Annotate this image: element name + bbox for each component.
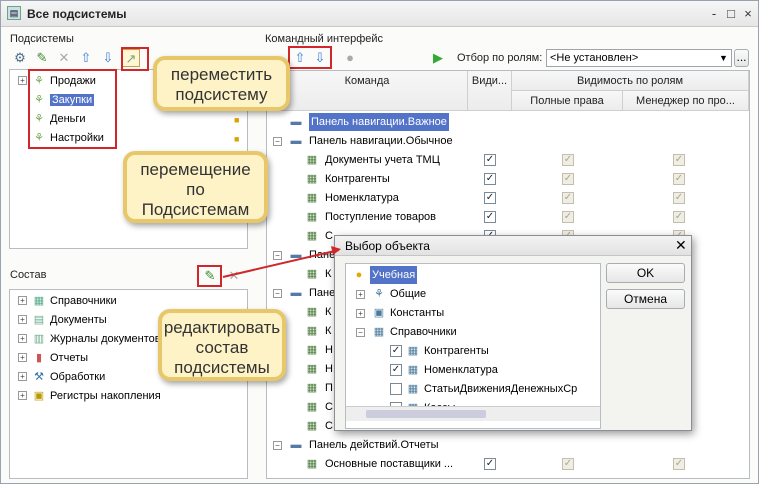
callout-move-between: перемещение по Подсистемам	[123, 151, 268, 223]
callout-move-subsystem: переместить подсистему	[153, 56, 290, 111]
callout-edit-composition: редактировать состав подсистемы	[158, 309, 286, 381]
annotation-arrow	[222, 246, 341, 278]
main-window: ▤ Все подсистемы - □ × Подсистемы ⚙ ✎ ✕ …	[0, 0, 759, 484]
